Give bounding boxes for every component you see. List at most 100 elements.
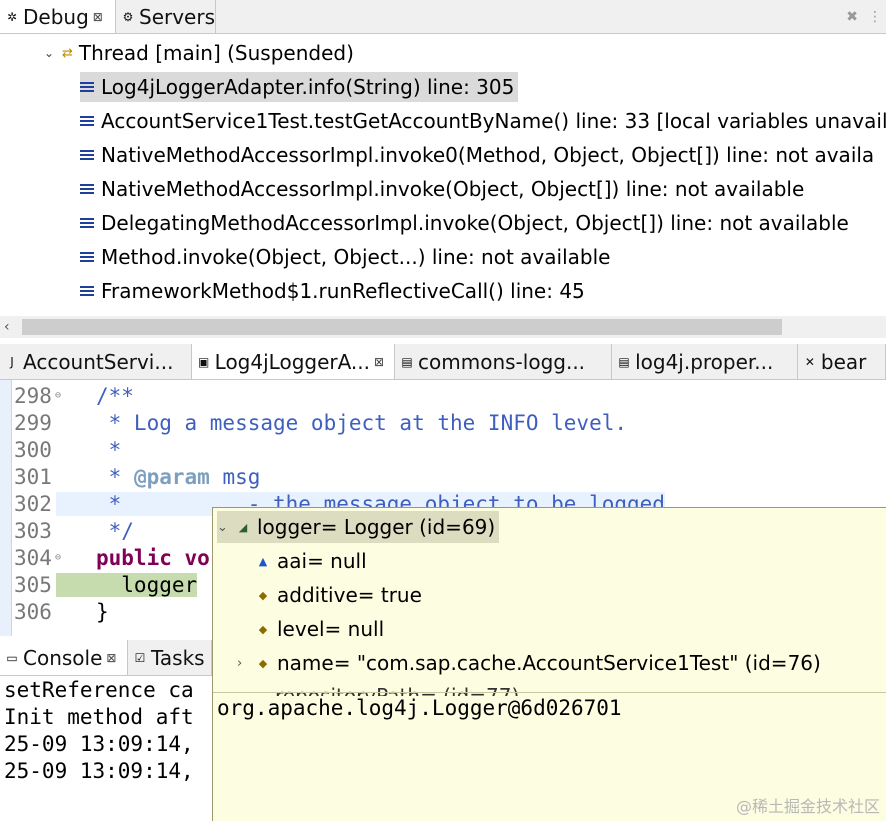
stack-frame[interactable]: DelegatingMethodAccessorImpl.invoke(Obje…	[80, 208, 849, 238]
code-token: *	[96, 464, 134, 489]
stack-frame[interactable]: NativeMethodAccessorImpl.invoke0(Method,…	[80, 140, 874, 170]
horizontal-scrollbar[interactable]: ‹	[0, 316, 886, 338]
hover-root-label: logger= Logger (id=69)	[257, 515, 496, 539]
stack-frame-icon	[80, 116, 94, 126]
code-line[interactable]: 298 ⊖ /**	[0, 382, 886, 409]
thread-label: Thread [main] (Suspended)	[78, 41, 354, 65]
close-icon[interactable]: ⊠	[106, 651, 116, 665]
stack-frame-icon	[80, 286, 94, 296]
expand-chevron-icon[interactable]: ›	[237, 656, 255, 671]
close-icon[interactable]: ⊠	[374, 355, 384, 369]
stack-frame[interactable]: NativeMethodAccessorImpl.invoke(Object, …	[80, 174, 804, 204]
code-token: */	[96, 518, 134, 543]
variable-hover-popup[interactable]: ⌄ ◢ logger= Logger (id=69) ▲ aai= null ◆ ad…	[212, 507, 886, 821]
fold-icon[interactable]: ⊖	[55, 552, 61, 563]
stack-frame-icon	[80, 252, 94, 262]
scrollbar-thumb[interactable]	[22, 319, 782, 335]
code-line[interactable]: 299 * Log a message object at the INFO l…	[0, 409, 886, 436]
stack-frame-label: FrameworkMethod$1.runReflectiveCall() li…	[101, 279, 585, 303]
tab-label: AccountServi...	[23, 349, 174, 374]
stack-frame-label: Log4jLoggerAdapter.info(String) line: 30…	[101, 75, 515, 99]
line-number: 299	[14, 410, 52, 435]
debug-tabbar: ✲ Debug ⊠ ⚙ Servers	[0, 0, 886, 34]
line-number: 306	[14, 599, 52, 624]
code-text: * Log a message object at the INFO level…	[56, 411, 627, 435]
line-number: 298	[14, 383, 52, 408]
code-token: }	[96, 599, 109, 624]
stack-frame-label: DelegatingMethodAccessorImpl.invoke(Obje…	[101, 211, 849, 235]
watermark: @稀土掘金技术社区	[735, 797, 880, 816]
fold-icon[interactable]: ⊖	[55, 390, 61, 401]
console-tab-1[interactable]: ☑ Tasks	[128, 640, 212, 675]
editor-tab-2[interactable]: ▤ commons-logg...	[395, 344, 613, 379]
collapse-chevron-icon[interactable]: ⌄	[44, 46, 58, 60]
editor-tab-3[interactable]: ▤ log4j.proper...	[612, 344, 798, 379]
code-token: * Log a message object at the INFO level…	[96, 410, 628, 435]
tab-label: commons-logg...	[418, 349, 586, 374]
line-number: 302	[14, 491, 52, 516]
field-protected-icon: ◆	[258, 656, 268, 670]
tab-label: Debug	[23, 4, 89, 29]
thread-node[interactable]: ⌄ ⇄ Thread [main] (Suspended)	[44, 38, 354, 68]
field-protected-icon: ◆	[258, 622, 268, 636]
code-line[interactable]: 301 * @param msg	[0, 463, 886, 490]
code-text: logger	[56, 572, 198, 597]
debug-tab-1[interactable]: ⚙ Servers	[116, 0, 216, 33]
editor-tab-0[interactable]: J AccountServi...	[0, 344, 192, 379]
remove-terminated-icon[interactable]: ✖	[846, 9, 858, 25]
code-token: public vo	[96, 545, 210, 570]
code-text: /**	[56, 384, 134, 408]
variable-node[interactable]: › ◆ name= "com.sap.cache.AccountService1Te…	[237, 647, 821, 679]
debug-tab-0[interactable]: ✲ Debug ⊠	[0, 0, 116, 33]
hover-root-node[interactable]: ⌄ ◢ logger= Logger (id=69)	[217, 511, 500, 543]
variable-label: additive= true	[277, 583, 422, 607]
xml-file-icon: ✕	[804, 354, 815, 369]
tab-label: Tasks	[151, 645, 205, 670]
scroll-left-icon[interactable]: ‹	[4, 316, 10, 338]
code-token: *	[96, 437, 122, 462]
code-token: /**	[96, 383, 134, 408]
stack-frame[interactable]: Log4jLoggerAdapter.info(String) line: 30…	[80, 72, 519, 102]
variable-node[interactable]: ▲ aai= null	[237, 545, 367, 577]
local-variable-icon: ◢	[238, 520, 248, 534]
stack-frame[interactable]: FrameworkMethod$1.runReflectiveCall() li…	[80, 276, 585, 306]
debug-view: ⌄ ⇄ Thread [main] (Suspended) Log4jLogge…	[0, 34, 886, 338]
console-line: 25-09 13:09:14,	[4, 759, 194, 783]
stack-frame-label: Method.invoke(Object, Object...) line: n…	[101, 245, 611, 269]
editor-tabbar: J AccountServi... ▣ Log4jLoggerA... ⊠ ▤ common…	[0, 344, 886, 380]
java-file-icon: J	[10, 354, 14, 369]
hover-cut-row: repositoryPath= (id=77)	[275, 684, 520, 696]
console-line: 25-09 13:09:14,	[4, 732, 194, 756]
editor-tab-4[interactable]: ✕ bear	[798, 344, 886, 379]
servers-icon: ⚙	[122, 9, 134, 24]
field-default-icon: ▲	[258, 554, 268, 568]
hover-divider	[213, 692, 886, 693]
code-line[interactable]: 300 *	[0, 436, 886, 463]
tab-label: Log4jLoggerA...	[214, 349, 371, 374]
tab-label: bear	[820, 349, 867, 374]
stack-frame-icon	[80, 184, 94, 194]
editor-tab-1[interactable]: ▣ Log4jLoggerA... ⊠	[191, 344, 396, 379]
view-menu-icon[interactable]: ⋮	[868, 9, 882, 25]
file-icon: ▤	[401, 354, 413, 369]
variable-node[interactable]: ◆ level= null	[237, 613, 384, 645]
code-text: */	[56, 519, 134, 543]
tab-label: log4j.proper...	[635, 349, 774, 374]
stack-frame-icon	[80, 218, 94, 228]
code-text: public vo	[56, 546, 210, 570]
console-icon: ▭	[6, 650, 18, 665]
stack-frame[interactable]: AccountService1Test.testGetAccountByName…	[80, 106, 886, 136]
variable-label: level= null	[277, 617, 385, 641]
close-icon[interactable]: ⊠	[93, 10, 103, 24]
tasks-icon: ☑	[134, 650, 146, 665]
collapse-chevron-icon[interactable]: ⌄	[217, 520, 235, 535]
hover-detail-value: org.apache.log4j.Logger@6d026701	[217, 696, 622, 720]
stack-frame[interactable]: Method.invoke(Object, Object...) line: n…	[80, 242, 610, 272]
console-tab-0[interactable]: ▭ Console ⊠	[0, 640, 128, 675]
field-protected-icon: ◆	[258, 588, 268, 602]
tab-label: Console	[23, 645, 103, 670]
code-text: * @param msg	[56, 464, 261, 489]
variable-node[interactable]: ◆ additive= true	[237, 579, 422, 611]
view-toolbar: ✖ ⋮	[846, 0, 882, 34]
line-number: 303	[14, 518, 52, 543]
